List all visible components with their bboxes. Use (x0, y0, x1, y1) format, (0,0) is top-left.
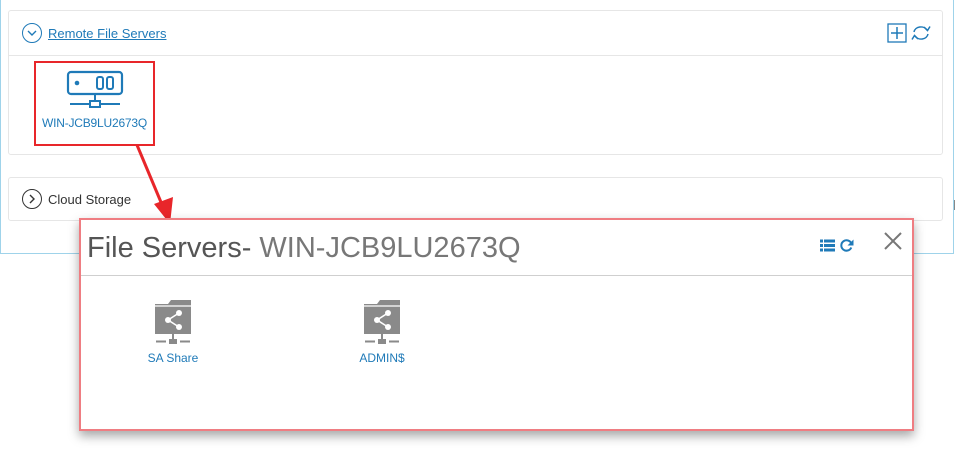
shared-folder-icon (155, 300, 191, 344)
dialog-header: File Servers- WIN-JCB9LU2673Q (81, 220, 912, 276)
shared-folder-icon (364, 300, 400, 344)
dialog-server-name: WIN-JCB9LU2673Q (259, 232, 521, 264)
refresh-icon (839, 238, 853, 252)
file-servers-dialog: File Servers- WIN-JCB9LU2673Q SA Share A… (79, 218, 914, 431)
close-dialog-button[interactable] (882, 230, 904, 252)
dialog-title-prefix: File Servers- (87, 232, 260, 264)
share-item-admin[interactable]: ADMIN$ (327, 298, 437, 365)
share-name-label: SA Share (147, 351, 199, 365)
list-view-icon (819, 239, 835, 251)
dialog-toolbar (819, 234, 854, 256)
list-view-button[interactable] (819, 234, 835, 256)
share-item-sa-share[interactable]: SA Share (118, 298, 228, 365)
share-name-label: ADMIN$ (359, 351, 405, 365)
dialog-refresh-button[interactable] (838, 234, 854, 256)
dialog-title: File Servers- WIN-JCB9LU2673Q (87, 232, 521, 265)
close-icon (884, 232, 902, 250)
